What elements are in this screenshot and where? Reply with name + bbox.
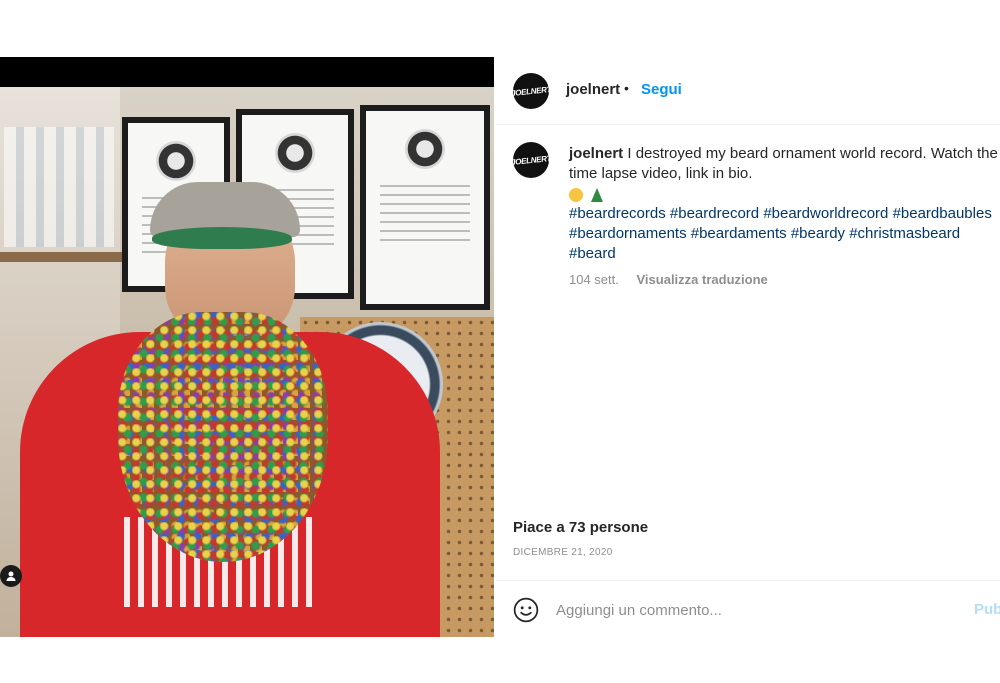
post-media[interactable] [0, 57, 494, 637]
caption-emojis [569, 186, 603, 203]
hashtag-list: #beardrecords #beardrecord #beardworldre… [569, 204, 1000, 264]
translate-link[interactable]: Visualizza traduzione [637, 272, 768, 287]
smiling-face-emoji [569, 188, 583, 203]
hashtag-link[interactable]: #beardornaments [569, 225, 687, 242]
photo-shelf [0, 252, 125, 262]
comment-input[interactable] [556, 599, 956, 621]
user-tag-icon[interactable] [0, 565, 22, 587]
hashtag-link[interactable]: #beardbaubles [893, 205, 992, 222]
hashtag-link[interactable]: #beard [569, 245, 616, 262]
hashtag-link[interactable]: #christmasbeard [849, 225, 960, 242]
post-header: JOELNERT joelnert • Segui [496, 57, 1000, 125]
likes-count[interactable]: Piace a 73 persone [513, 519, 648, 536]
username-link[interactable]: joelnert [566, 81, 620, 98]
photo-beard-ornaments [118, 312, 328, 562]
hashtag-link[interactable]: #beardaments [691, 225, 787, 242]
post-photo [0, 87, 494, 637]
smile-icon[interactable] [513, 597, 539, 623]
avatar-logo: JOELNERT [513, 153, 549, 167]
photo-bottles [4, 127, 114, 247]
hashtag-link[interactable]: #beardworldrecord [763, 205, 888, 222]
separator-dot: • [624, 80, 629, 96]
comment-bar: Pubblica [496, 580, 1000, 638]
post-age: 104 sett. [569, 272, 619, 287]
caption-body: I destroyed my beard ornament world reco… [569, 145, 998, 182]
follow-button[interactable]: Segui [641, 81, 682, 98]
christmas-tree-emoji [591, 188, 603, 203]
photo-certificate [360, 105, 490, 310]
photo-cap-brim [152, 227, 292, 249]
caption-avatar[interactable]: JOELNERT [513, 142, 549, 178]
hashtag-link[interactable]: #beardy [791, 225, 845, 242]
publish-button[interactable]: Pubblica [974, 601, 1000, 618]
hashtag-link[interactable]: #beardrecord [670, 205, 759, 222]
caption-section: JOELNERT joelnert I destroyed my beard o… [496, 126, 1000, 456]
caption-meta: 104 sett. Visualizza traduzione [569, 272, 768, 287]
hashtag-link[interactable]: #beardrecords [569, 205, 666, 222]
avatar-logo: JOELNERT [513, 84, 549, 98]
caption-text: joelnert I destroyed my beard ornament w… [569, 144, 1000, 184]
caption-username-link[interactable]: joelnert [569, 145, 623, 162]
avatar[interactable]: JOELNERT [513, 73, 549, 109]
post-date: DICEMBRE 21, 2020 [513, 547, 613, 558]
